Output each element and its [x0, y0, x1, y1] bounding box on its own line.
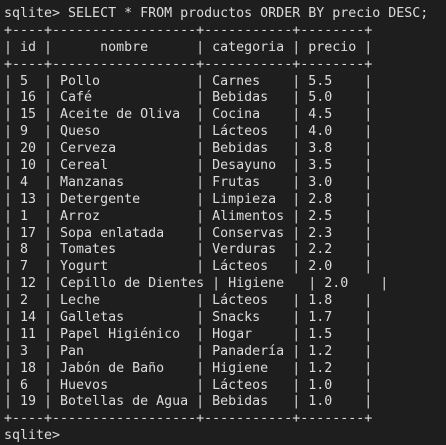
table-row: | 17 | Sopa enlatada | Conservas | 2.3 |	[4, 225, 373, 241]
table-row: | 8 | Tomates | Verduras | 2.2 |	[4, 242, 373, 258]
table-row: | 3 | Pan | Panadería | 1.2 |	[4, 343, 373, 359]
table-row: | 4 | Manzanas | Frutas | 3.0 |	[4, 174, 373, 190]
command-line: sqlite> SELECT * FROM productos ORDER BY…	[4, 6, 429, 21]
terminal-window[interactable]: sqlite> SELECT * FROM productos ORDER BY…	[0, 0, 446, 443]
table-row: | 15 | Aceite de Oliva | Cocina | 4.5 |	[4, 107, 373, 123]
table-border-mid: +----+------------------+-----------+---…	[4, 56, 373, 72]
table-row: | 14 | Galletas | Snacks | 1.7 |	[4, 310, 373, 326]
table-border-top: +----+------------------+-----------+---…	[4, 22, 373, 38]
table-row: | 20 | Cerveza | Bebidas | 3.8 |	[4, 141, 373, 157]
table-header-row: | id | nombre | categoria | precio |	[4, 39, 373, 55]
table-row: | 12 | Cepillo de Dientes | Higiene | 2.…	[4, 276, 389, 292]
table-row: | 1 | Arroz | Alimentos | 2.5 |	[4, 208, 373, 224]
table-row: | 13 | Detergente | Limpieza | 2.8 |	[4, 191, 373, 207]
table-row: | 11 | Papel Higiénico | Hogar | 1.5 |	[4, 326, 373, 342]
table-row: | 6 | Huevos | Lácteos | 1.0 |	[4, 377, 373, 393]
table-body: | 5 | Pollo | Carnes | 5.5 | | 16 | Café…	[4, 74, 446, 412]
table-border-bottom: +----+------------------+-----------+---…	[4, 411, 373, 427]
table-row: | 19 | Botellas de Agua | Bebidas | 1.0 …	[4, 394, 373, 410]
table-row: | 16 | Café | Bebidas | 5.0 |	[4, 90, 373, 106]
prompt-line[interactable]: sqlite>	[4, 428, 446, 445]
table-row: | 2 | Leche | Lácteos | 1.8 |	[4, 293, 373, 309]
table-row: | 10 | Cereal | Desayuno | 3.5 |	[4, 158, 373, 174]
table-row: | 9 | Queso | Lácteos | 4.0 |	[4, 124, 373, 140]
table-row: | 7 | Yogurt | Lácteos | 2.0 |	[4, 259, 373, 275]
table-row: | 5 | Pollo | Carnes | 5.5 |	[4, 73, 373, 89]
table-row: | 18 | Jabón de Baño | Higiene | 1.2 |	[4, 360, 373, 376]
